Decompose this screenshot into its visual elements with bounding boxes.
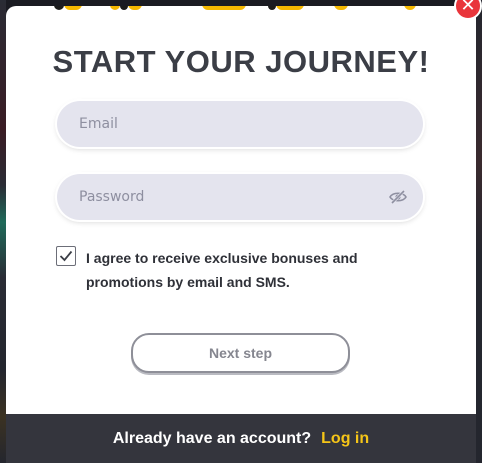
header-decoration xyxy=(6,6,476,12)
password-field[interactable] xyxy=(57,174,423,220)
email-input[interactable] xyxy=(77,115,403,133)
password-input[interactable] xyxy=(77,188,403,206)
consent-checkbox[interactable] xyxy=(56,246,76,266)
consent-label: I agree to receive exclusive bonuses and… xyxy=(86,250,358,290)
login-prompt: Already have an account? xyxy=(112,429,312,447)
eye-slash-icon[interactable] xyxy=(389,189,407,205)
background-right-edge xyxy=(476,0,482,463)
checkmark-icon xyxy=(59,250,73,262)
login-footer: Already have an account? Log in xyxy=(6,414,476,463)
next-step-button[interactable]: Next step xyxy=(131,333,350,373)
signup-modal: START YOUR JOURNEY! I agree to receive e… xyxy=(6,6,476,463)
page-title: START YOUR JOURNEY! xyxy=(52,44,430,79)
x-icon: ✕ xyxy=(460,0,476,16)
login-link[interactable]: Log in xyxy=(321,430,369,448)
email-field[interactable] xyxy=(57,101,423,147)
